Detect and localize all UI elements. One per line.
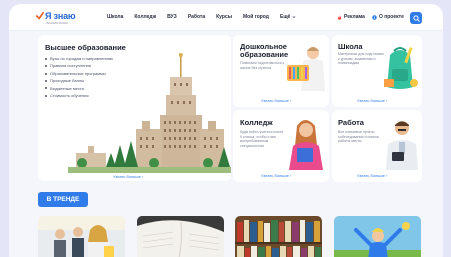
students-photo <box>38 216 125 257</box>
chevron-right-icon: › <box>289 173 292 178</box>
card-description: Помогаем подготовиться к школе без стрес… <box>240 61 285 70</box>
chevron-right-icon: › <box>385 98 388 103</box>
nav-item-my-city[interactable]: Мой город <box>243 14 269 20</box>
card-more-link[interactable]: Узнать больше › <box>261 173 291 178</box>
logo-tick-icon <box>36 12 44 20</box>
card-description: Куда пойти учиться после 9 класса, чтобы… <box>240 130 284 148</box>
nav-more-label: Ещё <box>279 14 291 20</box>
site-logo[interactable]: Я знаю ЗНАНИЯ ВСЕМ <box>36 11 86 27</box>
search-icon <box>412 14 420 22</box>
ads-label: Реклама <box>344 14 365 20</box>
card-more-link[interactable]: Узнать больше › <box>357 173 387 178</box>
open-book-photo <box>137 216 224 257</box>
fire-icon <box>337 14 342 20</box>
bullet-icon <box>45 65 47 68</box>
nav-item-college[interactable]: Колледж <box>134 14 156 20</box>
card-title: Колледж <box>240 118 273 127</box>
nav-item-work[interactable]: Работа <box>188 14 205 20</box>
nav-item-university[interactable]: ВУЗ <box>167 14 177 20</box>
card-preschool[interactable]: Дошкольное образование Помогаем подготов… <box>233 35 329 107</box>
card-title: Работа <box>338 118 364 127</box>
bookshelf-photo <box>235 216 322 257</box>
about-link[interactable]: О проекте <box>372 14 404 20</box>
nav-item-school[interactable]: Школа <box>107 14 123 20</box>
card-higher-education[interactable]: Высшее образование Вузы по городам и нап… <box>38 35 231 181</box>
logo-title: Я знаю <box>45 11 76 21</box>
about-label: О проекте <box>378 14 404 20</box>
bullet-icon <box>45 79 47 82</box>
trending-thumb[interactable] <box>38 216 125 257</box>
trending-thumb[interactable] <box>334 216 421 257</box>
page-frame: Я знаю ЗНАНИЯ ВСЕМ Школа Колледж ВУЗ Раб… <box>9 4 443 257</box>
trending-thumb[interactable] <box>137 216 224 257</box>
card-more-link[interactable]: Узнать больше › <box>113 174 143 179</box>
bullet-icon <box>45 72 47 75</box>
nav-item-courses[interactable]: Курсы <box>216 14 232 20</box>
card-description: Материалы для подготовки к урокам, экзам… <box>338 52 384 66</box>
work-man-illustration <box>386 121 418 170</box>
trending-thumb[interactable] <box>235 216 322 257</box>
chevron-right-icon: › <box>385 173 388 178</box>
nav-item-more[interactable]: Ещё <box>280 14 296 20</box>
card-more-link[interactable]: Узнать больше › <box>357 98 387 103</box>
search-button[interactable] <box>410 12 422 24</box>
site-header: Я знаю ЗНАНИЯ ВСЕМ Школа Колледж ВУЗ Раб… <box>9 4 443 31</box>
trending-badge[interactable]: В ТРЕНДЕ <box>38 192 88 207</box>
logo-subtitle: ЗНАНИЯ ВСЕМ <box>46 21 68 25</box>
school-backpack-illustration <box>384 47 418 89</box>
card-work[interactable]: Работа Все ключевые пункты собеседования… <box>332 110 422 182</box>
bullet-icon <box>45 87 47 90</box>
preschool-kid-illustration <box>287 47 325 91</box>
card-description: Все ключевые пункты собеседования и поис… <box>338 130 379 144</box>
chevron-down-icon <box>292 16 296 19</box>
card-college[interactable]: Колледж Куда пойти учиться после 9 класс… <box>233 110 329 182</box>
ads-link[interactable]: Реклама <box>337 14 365 20</box>
chevron-right-icon: › <box>289 98 292 103</box>
card-school[interactable]: Школа Материалы для подготовки к урокам,… <box>332 35 422 107</box>
main-nav: Школа Колледж ВУЗ Работа Курсы Мой город… <box>107 14 307 20</box>
card-more-link[interactable]: Узнать больше › <box>261 98 291 103</box>
bullet-icon <box>45 94 47 97</box>
card-title: Школа <box>338 42 363 51</box>
college-student-illustration <box>289 120 323 170</box>
info-icon <box>372 14 377 20</box>
header-links: Реклама О проекте <box>337 14 411 20</box>
bullet-icon <box>45 57 47 60</box>
chevron-right-icon: › <box>141 174 144 179</box>
university-building-illustration <box>68 53 231 173</box>
happy-girl-photo <box>334 216 421 257</box>
